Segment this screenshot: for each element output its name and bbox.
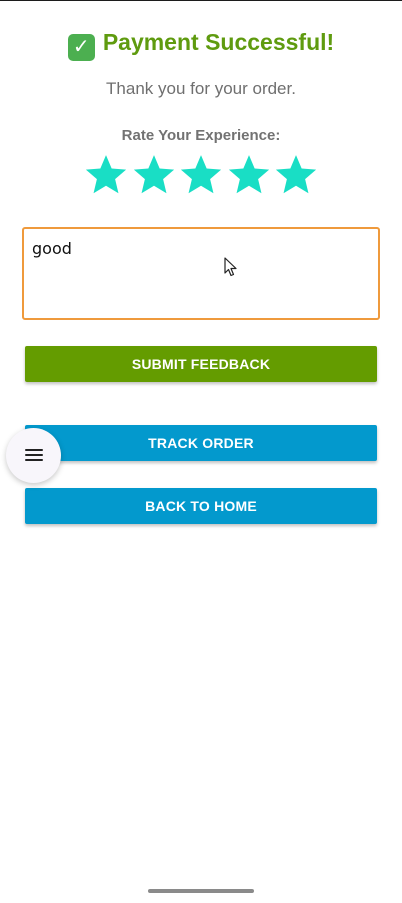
star-icon[interactable] [226, 152, 272, 198]
menu-fab-button[interactable] [6, 428, 61, 483]
track-order-button[interactable]: TRACK ORDER [25, 425, 377, 461]
top-divider [0, 0, 402, 1]
star-icon[interactable] [131, 152, 177, 198]
feedback-textarea[interactable]: good [22, 227, 380, 320]
title-text: Payment Successful! [102, 29, 335, 55]
page-title: ✓ Payment Successful! [0, 26, 402, 61]
payment-success-screen: ✓ Payment Successful! Thank you for your … [0, 0, 402, 903]
star-icon[interactable] [273, 152, 319, 198]
mouse-pointer-icon [224, 257, 237, 277]
thank-you-message: Thank you for your order. [106, 79, 296, 98]
back-to-home-button[interactable]: BACK TO HOME [25, 488, 377, 524]
rating-label: Rate Your Experience: [121, 127, 281, 144]
submit-feedback-button[interactable]: SUBMIT FEEDBACK [25, 346, 377, 382]
check-mark-icon: ✓ [67, 34, 95, 61]
star-rating [83, 152, 319, 200]
star-icon[interactable] [83, 152, 129, 198]
star-icon[interactable] [178, 152, 224, 198]
home-indicator-bar[interactable] [148, 889, 254, 893]
